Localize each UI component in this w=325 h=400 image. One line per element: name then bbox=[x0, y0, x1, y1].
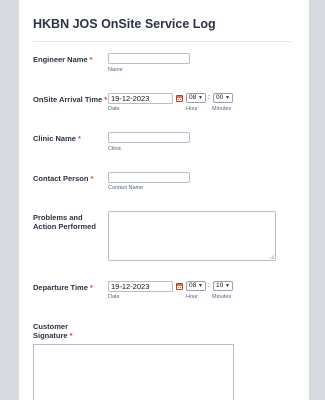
arrival-minute-value: 00 bbox=[216, 94, 224, 101]
problems-label: Problems and Action Performed bbox=[33, 213, 96, 231]
required-mark: * bbox=[77, 134, 81, 143]
arrival-time-label-text: OnSite Arrival Time bbox=[33, 95, 103, 104]
contact-person-sublabel: Contact Name bbox=[108, 185, 144, 191]
departure-date-input[interactable]: 19-12-2023 bbox=[108, 281, 173, 292]
signature-label-text: Customer Signature bbox=[33, 322, 69, 340]
calendar-icon[interactable] bbox=[176, 283, 183, 290]
contact-person-label-text: Contact Person bbox=[33, 174, 89, 183]
chevron-down-icon: ▼ bbox=[225, 95, 230, 101]
required-mark: * bbox=[89, 283, 93, 292]
arrival-time-label: OnSite Arrival Time * bbox=[33, 95, 107, 104]
form-card: HKBN JOS OnSite Service Log Engineer Nam… bbox=[19, 0, 309, 400]
calendar-icon[interactable] bbox=[176, 95, 183, 102]
time-separator: : bbox=[208, 94, 210, 101]
arrival-minute-select[interactable]: 00 ▼ bbox=[213, 93, 233, 103]
engineer-name-sublabel: Name bbox=[108, 67, 123, 73]
arrival-hour-select[interactable]: 08 ▼ bbox=[186, 93, 206, 103]
departure-hour-value: 08 bbox=[189, 282, 197, 289]
departure-minute-value: 10 bbox=[216, 282, 224, 289]
departure-minute-sublabel: Minutes bbox=[212, 294, 232, 300]
departure-time-label-text: Departure Time bbox=[33, 283, 88, 292]
signature-pad[interactable] bbox=[33, 344, 234, 400]
problems-textarea[interactable] bbox=[108, 211, 276, 261]
departure-date-sublabel: Date bbox=[108, 294, 120, 300]
contact-person-input[interactable] bbox=[108, 172, 190, 183]
required-mark: * bbox=[69, 331, 73, 340]
signature-label: Customer Signature * bbox=[33, 322, 81, 340]
arrival-hour-sublabel: Hour bbox=[186, 106, 198, 112]
arrival-minute-sublabel: Minutes bbox=[212, 106, 232, 112]
resize-handle[interactable] bbox=[270, 255, 274, 259]
clinic-name-label: Clinic Name * bbox=[33, 134, 81, 143]
required-mark: * bbox=[89, 55, 93, 64]
arrival-hour-value: 08 bbox=[189, 94, 197, 101]
chevron-down-icon: ▼ bbox=[198, 95, 203, 101]
clinic-name-label-text: Clinic Name bbox=[33, 134, 76, 143]
required-mark: * bbox=[90, 174, 94, 183]
arrival-date-input[interactable]: 19-12-2023 bbox=[108, 93, 173, 104]
clinic-name-sublabel: Clinic bbox=[108, 146, 122, 152]
departure-hour-select[interactable]: 08 ▼ bbox=[186, 281, 206, 291]
departure-minute-select[interactable]: 10 ▼ bbox=[213, 281, 233, 291]
arrival-date-sublabel: Date bbox=[108, 106, 120, 112]
form-title: HKBN JOS OnSite Service Log bbox=[33, 17, 216, 31]
clinic-name-input[interactable] bbox=[108, 132, 190, 143]
engineer-name-input[interactable] bbox=[108, 53, 190, 64]
engineer-name-label-text: Engineer Name bbox=[33, 55, 88, 64]
title-divider bbox=[33, 41, 291, 42]
time-separator: : bbox=[208, 282, 210, 289]
required-mark: * bbox=[104, 95, 108, 104]
departure-hour-sublabel: Hour bbox=[186, 294, 198, 300]
chevron-down-icon: ▼ bbox=[225, 283, 230, 289]
chevron-down-icon: ▼ bbox=[198, 283, 203, 289]
engineer-name-label: Engineer Name * bbox=[33, 55, 93, 64]
contact-person-label: Contact Person * bbox=[33, 174, 93, 183]
departure-time-label: Departure Time * bbox=[33, 283, 93, 292]
